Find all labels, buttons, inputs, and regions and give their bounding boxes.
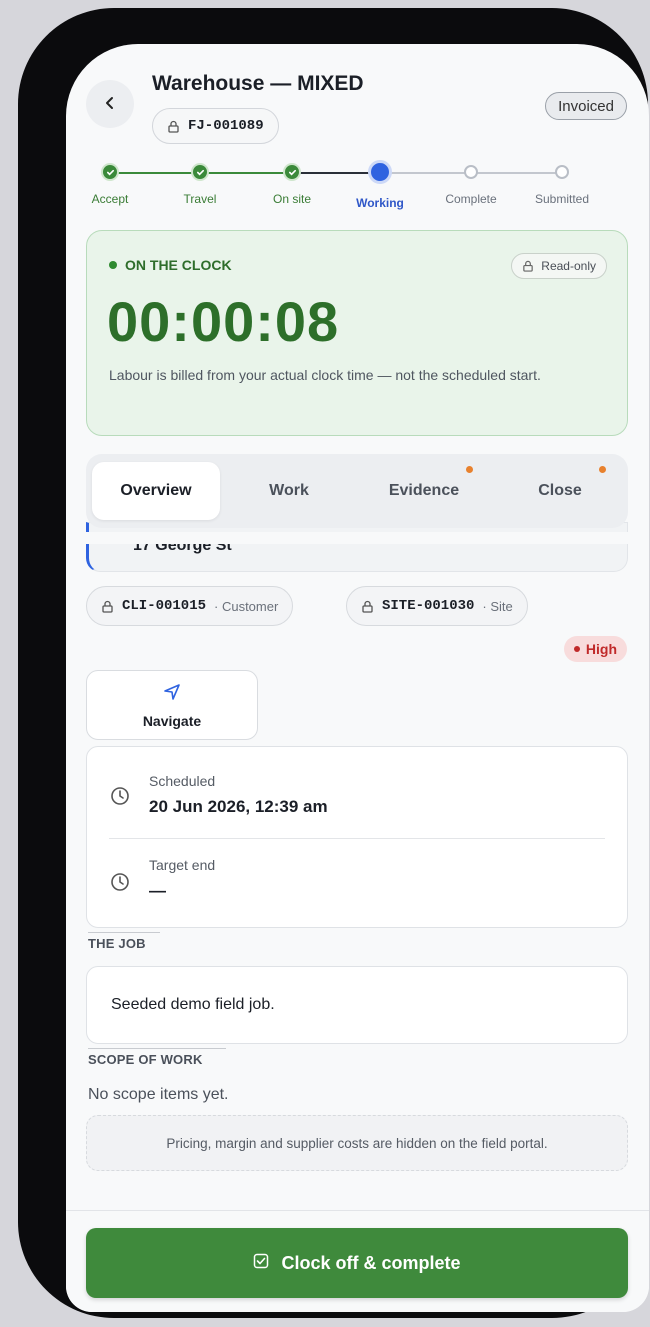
customer-ref: CLI-001015: [122, 598, 207, 614]
clock-status-label: ON THE CLOCK: [125, 257, 232, 273]
scope-empty-text: No scope items yet.: [88, 1086, 229, 1103]
step-label: Working: [356, 196, 404, 210]
job-ref-pill: FJ-001089: [152, 108, 279, 144]
clock-card: ON THE CLOCK Read-only 00:00:08 Labour i…: [86, 230, 628, 436]
schedule-card: Scheduled 20 Jun 2026, 12:39 am Target e…: [86, 746, 628, 928]
back-button[interactable]: [86, 80, 134, 128]
lock-icon: [167, 120, 180, 133]
clock-note: Labour is billed from your actual clock …: [109, 367, 541, 383]
stepper-connector: [380, 172, 471, 174]
site-kind: · Site: [482, 598, 513, 614]
job-ref: FJ-001089: [188, 118, 264, 134]
step-label: Submitted: [534, 192, 590, 206]
stepper-connector: [471, 172, 562, 174]
step-label: On site: [272, 192, 312, 206]
section-rule: [88, 932, 160, 933]
site-ref-pill[interactable]: SITE-001030 · Site: [346, 586, 528, 626]
status-dot: [109, 261, 117, 269]
the-job-heading: THE JOB: [88, 936, 146, 951]
priority-badge: High: [563, 636, 627, 662]
scheduled-value: 20 Jun 2026, 12:39 am: [149, 797, 328, 816]
tab-label: Close: [538, 482, 582, 499]
notification-dot: [466, 466, 473, 473]
cta-label: Clock off & complete: [281, 1252, 461, 1273]
step-travel-dot: [191, 163, 209, 181]
step-label: Accept: [91, 192, 129, 206]
clock-timer: 00:00:08: [107, 290, 340, 353]
tab-bar: Overview Work Evidence Close: [86, 454, 628, 528]
scope-heading: SCOPE OF WORK: [88, 1052, 203, 1067]
checkbox-icon: [253, 1253, 269, 1274]
scroll-mask: [66, 532, 649, 544]
site-ref: SITE-001030: [382, 598, 475, 614]
scheduled-label: Scheduled: [149, 773, 216, 789]
pricing-note: Pricing, margin and supplier costs are h…: [86, 1115, 628, 1171]
customer-kind: · Customer: [214, 598, 279, 614]
app-screen: Warehouse — MIXED FJ-001089 Invoiced Acc…: [66, 44, 649, 1312]
navigate-label: Navigate: [142, 712, 202, 729]
clock-icon: [109, 785, 131, 807]
step-label: Travel: [183, 192, 217, 206]
progress-stepper: Accept Travel On site Working Complete Submit…: [66, 156, 649, 216]
tab-overview[interactable]: Overview: [92, 462, 220, 520]
readonly-label: Read-only: [541, 259, 596, 273]
phone-frame: Warehouse — MIXED FJ-001089 Invoiced Acc…: [18, 8, 649, 1318]
status-badge: Invoiced: [545, 92, 627, 120]
target-end-value: —: [149, 881, 166, 900]
lock-icon: [361, 600, 374, 613]
page-title: Warehouse — MIXED: [152, 72, 364, 95]
chevron-left-icon: [103, 93, 117, 116]
tab-label: Overview: [120, 482, 192, 499]
stepper-connector: [110, 172, 200, 174]
step-label: Complete: [445, 192, 497, 206]
lock-icon: [522, 260, 535, 273]
clock-icon: [109, 871, 131, 893]
readonly-badge: Read-only: [511, 253, 607, 279]
navigation-arrow-icon: [162, 682, 182, 707]
navigate-button[interactable]: Navigate: [86, 670, 258, 740]
step-accept-dot: [101, 163, 119, 181]
clock-off-complete-button[interactable]: Clock off & complete: [86, 1228, 628, 1298]
stepper-connector: [292, 172, 380, 174]
job-description-card: Seeded demo field job.: [86, 966, 628, 1044]
customer-ref-pill[interactable]: CLI-001015 · Customer: [86, 586, 294, 626]
priority-dot: [573, 646, 580, 652]
job-description: Seeded demo field job.: [111, 996, 275, 1013]
step-submitted-dot: [555, 165, 569, 179]
clock-status: ON THE CLOCK: [109, 257, 232, 273]
lock-icon: [101, 600, 114, 613]
step-complete-dot: [464, 165, 478, 179]
address-card[interactable]: 17 George St: [86, 522, 628, 572]
step-on-site-dot: [283, 163, 301, 181]
priority-label: High: [585, 641, 617, 657]
tab-label: Work: [269, 482, 309, 499]
stepper-connector: [200, 172, 292, 174]
section-rule: [88, 1048, 226, 1049]
divider: [109, 838, 605, 839]
notification-dot: [599, 466, 606, 473]
tab-label: Evidence: [388, 482, 460, 499]
step-working-dot: [368, 160, 392, 184]
target-end-label: Target end: [149, 857, 216, 873]
tab-work[interactable]: Work: [228, 462, 350, 520]
